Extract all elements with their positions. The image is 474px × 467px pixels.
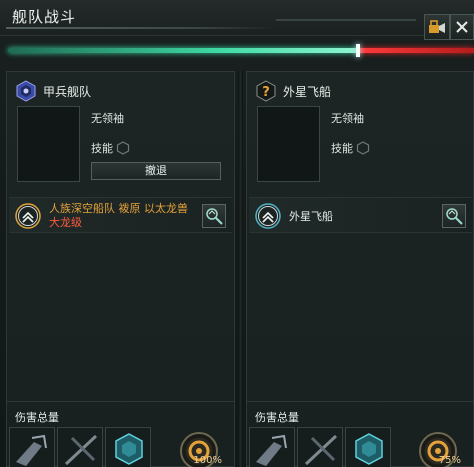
player-strength-fill: [8, 48, 358, 53]
weapon-slot[interactable]: [9, 427, 55, 467]
damage-percent: 100%: [193, 455, 222, 466]
player-ship-row[interactable]: 人族深空船队 袯原 以太龙兽 大龙级: [9, 197, 232, 233]
enemy-fleet-panel: ? 外星飞船 无领袖 技能 外星飞船 伤害总量 75%: [246, 71, 474, 467]
weapon-slot[interactable]: [57, 427, 103, 467]
fleet-combat-window: 舰队战斗 甲兵舰队 无领袖 技能 撤退 人族深空船队 袯原 以太龙兽 大龙级 伤…: [0, 0, 474, 467]
weapon-icon: [16, 434, 47, 466]
weapon-icon: [355, 433, 383, 465]
close-button[interactable]: [450, 14, 474, 40]
inspect-icon: [446, 208, 463, 225]
enemy-fleet-name[interactable]: 外星飞船: [283, 83, 331, 100]
damage-total-label: 伤害总量: [15, 411, 59, 424]
rank-chevron-icon: [15, 203, 41, 229]
player-fleet-panel: 甲兵舰队 无领袖 技能 撤退 人族深空船队 袯原 以太龙兽 大龙级 伤害总量 1…: [6, 71, 235, 467]
camera-lock-button[interactable]: [424, 14, 450, 40]
player-fleet-name[interactable]: 甲兵舰队: [43, 83, 91, 100]
fleet-strength-bar: [8, 44, 474, 57]
ship-owner: 人族深空船队 袯原 以太龙兽: [49, 202, 188, 215]
strength-marker: [356, 44, 360, 57]
rank-chevron-icon: [255, 203, 281, 229]
weapon-slots: [9, 427, 151, 467]
weapon-slot[interactable]: [249, 427, 295, 467]
player-ship-text: 人族深空船队 袯原 以太龙兽 大龙级: [49, 202, 188, 230]
panel-divider: [238, 71, 243, 467]
enemy-commander-label: 无领袖: [331, 112, 364, 125]
window-title: 舰队战斗: [12, 8, 77, 26]
fleet-emblem-icon: [15, 80, 37, 102]
commander-label: 无领袖: [91, 112, 124, 125]
weapon-slot[interactable]: [345, 427, 391, 467]
enemy-skills-label: 技能: [331, 142, 353, 155]
weapon-icon: [304, 434, 338, 466]
title-bar: 舰队战斗: [0, 0, 474, 40]
weapon-slot[interactable]: [297, 427, 343, 467]
hexagon-skill-icon: [116, 141, 130, 155]
camera-lock-icon: [429, 20, 445, 33]
enemy-inspect-button[interactable]: [442, 204, 466, 228]
damage-separator: [7, 401, 234, 402]
title-rule: [6, 27, 276, 29]
inspect-icon: [206, 208, 223, 225]
inspect-button[interactable]: [202, 204, 226, 228]
svg-text:?: ?: [262, 85, 270, 100]
skills-label: 技能: [91, 142, 113, 155]
close-icon: [456, 21, 468, 33]
enemy-damage-percent: 75%: [438, 455, 461, 466]
title-rule-right: [276, 19, 416, 21]
enemy-ship-row[interactable]: 外星飞船: [249, 197, 472, 233]
hexagon-skill-icon: [356, 141, 370, 155]
skills-row: 技能: [91, 140, 130, 156]
ship-class: 大龙级: [49, 216, 82, 229]
enemy-ship-name: 外星飞船: [289, 210, 333, 223]
weapon-icon: [115, 433, 143, 465]
enemy-strength-fill: [358, 48, 474, 53]
enemy-skills-row: 技能: [331, 140, 370, 156]
player-fleet-header: 甲兵舰队: [15, 78, 91, 104]
commander-portrait[interactable]: [17, 106, 80, 182]
unknown-fleet-icon: ?: [255, 80, 277, 102]
retreat-button[interactable]: 撤退: [91, 162, 221, 180]
enemy-weapon-slots: [249, 427, 391, 467]
enemy-damage-total-label: 伤害总量: [255, 411, 299, 424]
weapon-icon: [64, 434, 98, 466]
enemy-commander-portrait[interactable]: [257, 106, 320, 182]
weapon-slot[interactable]: [105, 427, 151, 467]
enemy-damage-separator: [247, 401, 473, 402]
weapon-icon: [256, 434, 287, 466]
enemy-fleet-header: ? 外星飞船: [255, 78, 331, 104]
